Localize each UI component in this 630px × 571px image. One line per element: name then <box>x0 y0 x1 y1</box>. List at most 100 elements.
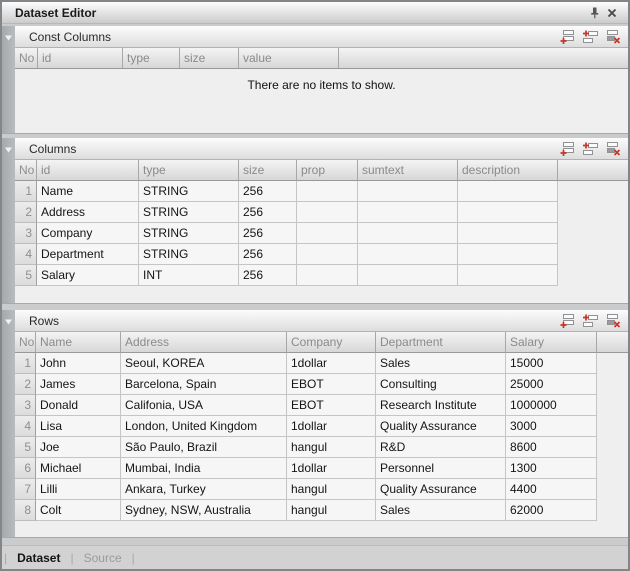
column-header-company[interactable]: Company <box>287 332 376 353</box>
delete-row-button[interactable] <box>604 313 622 328</box>
column-header-no[interactable]: No <box>15 332 36 353</box>
cell[interactable]: Mumbai, India <box>121 458 287 479</box>
cell[interactable] <box>297 202 358 223</box>
add-row-button[interactable] <box>558 141 576 156</box>
cell[interactable] <box>358 202 458 223</box>
cell[interactable]: 256 <box>239 223 297 244</box>
cell[interactable]: James <box>36 374 121 395</box>
row-number[interactable]: 7 <box>15 479 36 500</box>
column-header-no[interactable]: No <box>15 160 37 181</box>
cell[interactable]: STRING <box>139 181 239 202</box>
cell[interactable]: 256 <box>239 202 297 223</box>
row-number[interactable]: 8 <box>15 500 36 521</box>
cell[interactable] <box>297 265 358 286</box>
pin-icon[interactable] <box>586 5 603 21</box>
row-number[interactable]: 5 <box>15 265 37 286</box>
cell[interactable]: 15000 <box>506 353 597 374</box>
cell[interactable]: Michael <box>36 458 121 479</box>
cell[interactable]: Barcelona, Spain <box>121 374 287 395</box>
column-header-name[interactable]: Name <box>36 332 121 353</box>
delete-row-button[interactable] <box>604 141 622 156</box>
row-number[interactable]: 2 <box>15 202 37 223</box>
collapse-strip[interactable] <box>2 26 15 133</box>
cell[interactable]: Donald <box>36 395 121 416</box>
column-header-no[interactable]: No <box>15 48 38 69</box>
collapse-strip[interactable] <box>2 310 15 537</box>
cell[interactable]: 8600 <box>506 437 597 458</box>
add-row-button[interactable] <box>558 313 576 328</box>
tab-source[interactable]: Source <box>74 551 132 565</box>
cell[interactable]: Lisa <box>36 416 121 437</box>
cell[interactable]: 1000000 <box>506 395 597 416</box>
column-header-type[interactable]: type <box>123 48 180 69</box>
row-number[interactable]: 4 <box>15 244 37 265</box>
cell[interactable]: 62000 <box>506 500 597 521</box>
cell[interactable]: hangul <box>287 437 376 458</box>
cell[interactable]: Lilli <box>36 479 121 500</box>
cell[interactable]: Company <box>37 223 139 244</box>
column-header-id[interactable]: id <box>38 48 123 69</box>
cell[interactable]: 1dollar <box>287 458 376 479</box>
cell[interactable]: Consulting <box>376 374 506 395</box>
row-number[interactable]: 3 <box>15 395 36 416</box>
cell[interactable]: Name <box>37 181 139 202</box>
cell[interactable]: Sales <box>376 500 506 521</box>
cell[interactable]: Califonia, USA <box>121 395 287 416</box>
cell[interactable] <box>297 181 358 202</box>
cell[interactable]: 256 <box>239 181 297 202</box>
cell[interactable]: London, United Kingdom <box>121 416 287 437</box>
cell[interactable]: 4400 <box>506 479 597 500</box>
column-header-salary[interactable]: Salary <box>506 332 597 353</box>
row-number[interactable]: 3 <box>15 223 37 244</box>
cell[interactable]: Quality Assurance <box>376 479 506 500</box>
cell[interactable]: STRING <box>139 202 239 223</box>
section-header-const-columns[interactable]: Const Columns <box>15 26 628 48</box>
row-number[interactable]: 1 <box>15 181 37 202</box>
column-header-department[interactable]: Department <box>376 332 506 353</box>
cell[interactable] <box>297 244 358 265</box>
column-header-prop[interactable]: prop <box>297 160 358 181</box>
column-header-size[interactable]: size <box>239 160 297 181</box>
cell[interactable]: EBOT <box>287 374 376 395</box>
row-number[interactable]: 1 <box>15 353 36 374</box>
cell[interactable]: São Paulo, Brazil <box>121 437 287 458</box>
close-icon[interactable] <box>603 5 620 21</box>
tab-dataset[interactable]: Dataset <box>7 551 70 565</box>
titlebar[interactable]: Dataset Editor <box>2 2 628 24</box>
cell[interactable]: 1dollar <box>287 416 376 437</box>
cell[interactable] <box>358 244 458 265</box>
cell[interactable] <box>458 244 558 265</box>
cell[interactable]: R&D <box>376 437 506 458</box>
cell[interactable] <box>458 265 558 286</box>
cell[interactable]: Salary <box>37 265 139 286</box>
column-header-sumtext[interactable]: sumtext <box>358 160 458 181</box>
cell[interactable]: 256 <box>239 244 297 265</box>
cell[interactable]: INT <box>139 265 239 286</box>
column-header-type[interactable]: type <box>139 160 239 181</box>
cell[interactable]: 256 <box>239 265 297 286</box>
add-row-button[interactable] <box>558 29 576 44</box>
cell[interactable]: Department <box>37 244 139 265</box>
cell[interactable]: Ankara, Turkey <box>121 479 287 500</box>
cell[interactable]: Research Institute <box>376 395 506 416</box>
cell[interactable]: 25000 <box>506 374 597 395</box>
cell[interactable]: STRING <box>139 244 239 265</box>
cell[interactable] <box>458 202 558 223</box>
row-number[interactable]: 5 <box>15 437 36 458</box>
cell[interactable] <box>297 223 358 244</box>
cell[interactable]: hangul <box>287 500 376 521</box>
cell[interactable]: Personnel <box>376 458 506 479</box>
insert-row-button[interactable] <box>581 141 599 156</box>
cell[interactable] <box>458 181 558 202</box>
column-header-description[interactable]: description <box>458 160 558 181</box>
cell[interactable]: STRING <box>139 223 239 244</box>
cell[interactable]: Sydney, NSW, Australia <box>121 500 287 521</box>
row-number[interactable]: 2 <box>15 374 36 395</box>
cell[interactable]: Address <box>37 202 139 223</box>
cell[interactable]: Joe <box>36 437 121 458</box>
cell[interactable] <box>458 223 558 244</box>
cell[interactable] <box>358 181 458 202</box>
cell[interactable]: 1300 <box>506 458 597 479</box>
row-number[interactable]: 4 <box>15 416 36 437</box>
row-number[interactable]: 6 <box>15 458 36 479</box>
